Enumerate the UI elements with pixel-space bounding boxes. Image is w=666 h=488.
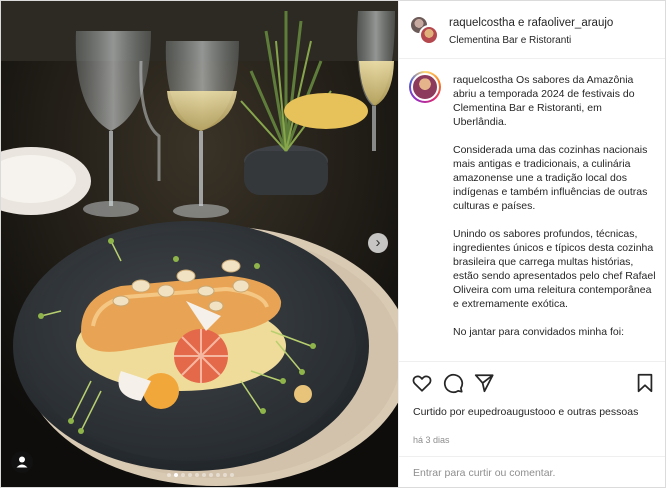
share-button[interactable] (473, 372, 495, 394)
post-authors[interactable]: raquelcosthа e rafaoliver_araujo (449, 17, 613, 29)
heart-icon (412, 375, 432, 392)
caption-paragraph: Considerada uma das cozinhas nacionais m… (453, 144, 648, 212)
carousel-dot (201, 473, 206, 477)
likes-summary[interactable]: Curtido por eupedroaugustooo e outras pe… (413, 405, 658, 419)
food-photo-illustration (1, 1, 398, 487)
caption-text: raquelcostha Os sabores da Amazônia abri… (453, 73, 658, 353)
caption-username[interactable]: raquelcostha (453, 74, 513, 86)
caption-paragraph: Unindo os sabores profundos, técnicas, i… (453, 228, 656, 310)
collab-avatars[interactable] (409, 15, 439, 45)
carousel-dot (180, 473, 185, 477)
caption-avatar[interactable] (409, 71, 441, 103)
save-button[interactable] (634, 372, 656, 394)
like-button[interactable] (411, 372, 433, 394)
bookmark-icon (637, 373, 653, 393)
user-tag-icon (16, 456, 28, 468)
post-timestamp[interactable]: há 3 dias (413, 435, 450, 445)
carousel-dot (166, 473, 171, 477)
carousel-dot (222, 473, 227, 477)
caption-paragraph: No jantar para convidados minha foi: (453, 326, 625, 338)
post-sidebar: raquelcosthа e rafaoliver_araujo Clement… (398, 1, 665, 487)
share-icon (474, 374, 494, 393)
carousel-dot (229, 473, 234, 477)
instagram-post: › raquelcosthа e rafaoliver_araujo Cleme… (0, 0, 666, 488)
carousel-dot (215, 473, 220, 477)
comment-button[interactable] (442, 372, 464, 394)
carousel-dot-active (173, 473, 178, 477)
comment-input[interactable] (413, 465, 653, 481)
post-header: raquelcosthа e rafaoliver_araujo Clement… (399, 1, 665, 59)
avatar (419, 25, 439, 45)
post-photo[interactable]: › (1, 1, 398, 487)
action-bar (399, 361, 665, 401)
comment-icon (443, 373, 464, 394)
post-location[interactable]: Clementina Bar e Ristoranti (449, 35, 571, 46)
tagged-users-button[interactable] (11, 451, 33, 473)
carousel-next-button[interactable]: › (368, 233, 388, 253)
caption-section: raquelcostha Os sabores da Amazônia abri… (399, 59, 665, 361)
comment-bar (399, 456, 665, 487)
carousel-dot (208, 473, 213, 477)
avatar (411, 73, 439, 101)
carousel-dot (194, 473, 199, 477)
carousel-indicator (165, 464, 235, 477)
carousel-dot (187, 473, 192, 477)
chevron-right-icon: › (375, 234, 381, 251)
